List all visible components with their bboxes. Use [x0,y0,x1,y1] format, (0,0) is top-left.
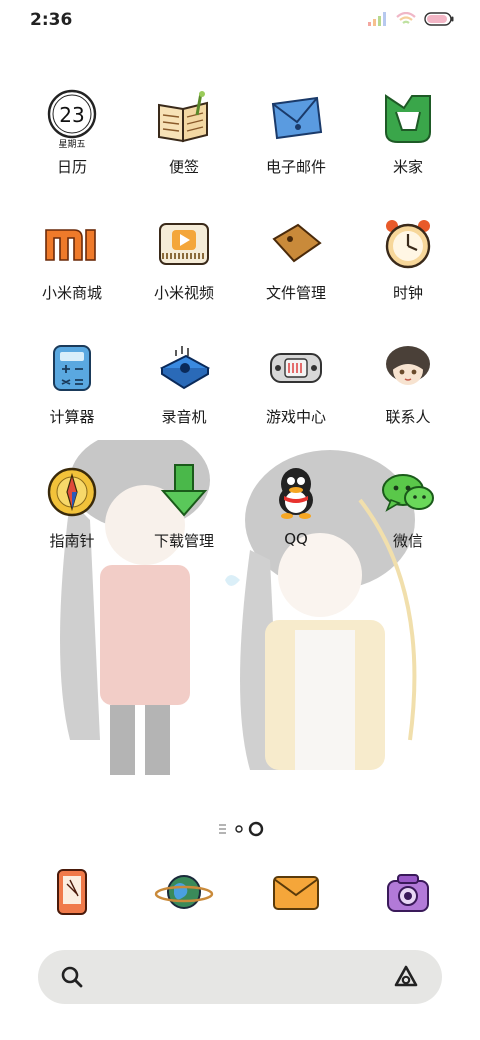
app-label: 文件管理 [265,284,326,302]
wechat-icon [382,474,434,512]
battery-icon [424,12,454,26]
app-label: 微信 [392,532,423,550]
dock-messages[interactable] [240,862,352,926]
qq-icon [279,468,313,519]
app-label: 电子邮件 [265,158,326,176]
app-label: 时钟 [392,284,423,302]
app-label: 小米视频 [153,284,214,302]
page-dot[interactable] [235,825,243,833]
status-icons [368,12,454,26]
app-label: 小米商城 [41,284,102,302]
recorder-icon [159,346,211,390]
phone-icon [57,869,87,915]
mijia-icon [385,94,431,143]
app-email[interactable]: 电子邮件 [240,88,352,198]
page-dot-active[interactable] [248,821,264,837]
app-label: 联系人 [385,408,431,426]
game-center-icon [270,353,322,383]
calculator-icon [53,345,91,391]
signal-icon [368,12,386,26]
camera-icon [387,874,429,912]
app-file-manager[interactable]: 文件管理 [240,214,352,324]
svg-text:星期五: 星期五 [58,139,85,148]
app-label: 便签 [168,158,199,176]
calendar-icon: 23 星期五 [47,89,97,148]
assistant-icon[interactable] [392,963,420,991]
messages-icon [273,876,319,910]
search-bar[interactable] [38,950,442,1004]
app-calculator[interactable]: 计算器 [16,338,128,448]
download-icon [160,464,208,517]
wifi-icon [396,12,416,24]
app-calendar[interactable]: 23 星期五 日历 [16,88,128,198]
app-label: QQ [284,530,308,548]
svg-text:23: 23 [59,103,84,127]
mi-store-icon [45,229,96,261]
app-label: 下载管理 [153,532,214,550]
app-mi-store[interactable]: 小米商城 [16,214,128,324]
app-mijia[interactable]: 米家 [352,88,464,198]
status-bar: 2:36 [0,0,480,44]
file-manager-icon [272,223,322,263]
search-icon[interactable] [60,965,84,989]
contacts-icon [386,346,430,385]
app-clock[interactable]: 时钟 [352,214,464,324]
app-compass[interactable]: 指南针 [16,462,128,572]
app-download[interactable]: 下载管理 [128,462,240,572]
clock-icon [385,220,431,269]
app-wechat[interactable]: 微信 [352,462,464,572]
browser-icon [154,875,214,909]
app-video[interactable]: 小米视频 [128,214,240,324]
app-label: 计算器 [49,408,95,426]
status-time: 2:36 [30,10,73,30]
dock-phone[interactable] [16,862,128,926]
app-recorder[interactable]: 录音机 [128,338,240,448]
compass-icon [47,467,97,517]
email-icon [271,96,323,140]
app-contacts[interactable]: 联系人 [352,338,464,448]
video-icon [159,223,209,265]
app-game-center[interactable]: 游戏中心 [240,338,352,448]
app-notes[interactable]: 便签 [128,88,240,198]
notes-icon [158,91,208,143]
app-label: 录音机 [161,408,207,426]
page-indicator[interactable] [0,820,480,838]
home-menu-icon [219,824,226,834]
app-label: 指南针 [49,532,95,550]
dock-browser[interactable] [128,862,240,926]
app-label: 日历 [56,158,87,176]
app-qq[interactable]: QQ [240,462,352,572]
app-label: 米家 [392,158,423,176]
app-label: 游戏中心 [265,408,326,426]
dock-camera[interactable] [352,862,464,926]
